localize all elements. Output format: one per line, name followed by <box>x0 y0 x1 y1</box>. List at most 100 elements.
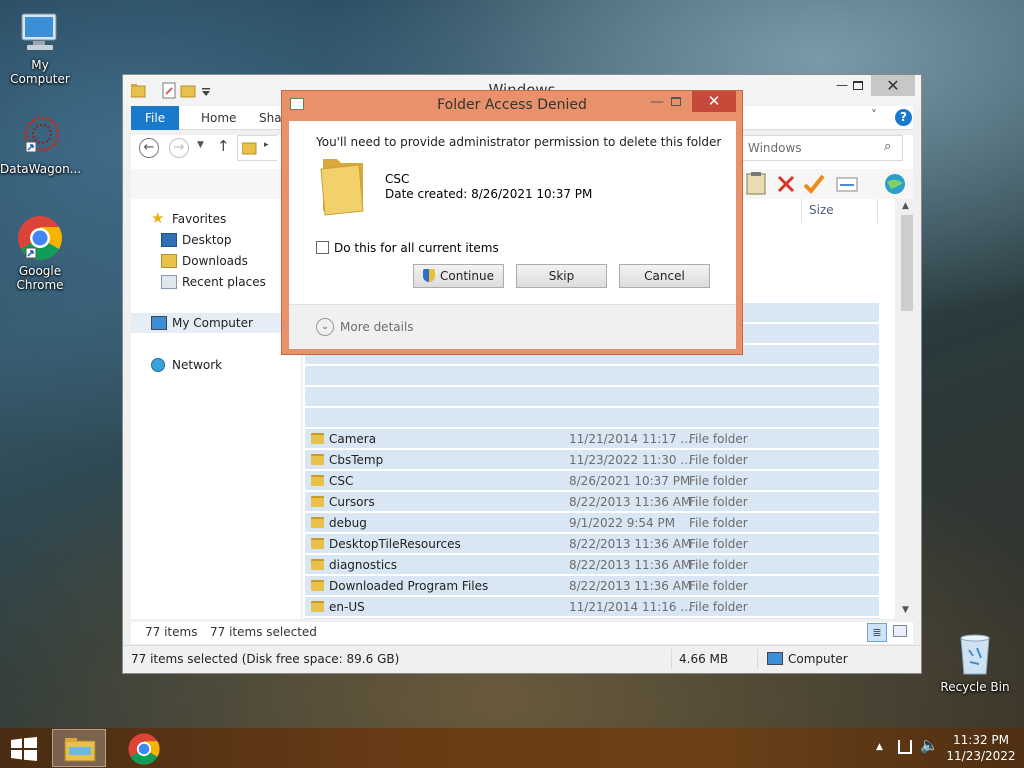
nav-downloads[interactable]: Downloads <box>161 251 248 271</box>
maximize-button[interactable] <box>845 75 871 96</box>
scroll-thumb[interactable] <box>901 215 913 311</box>
windows-logo-icon <box>11 737 37 761</box>
back-icon[interactable]: ← <box>139 138 159 158</box>
search-placeholder: Windows <box>748 141 802 155</box>
nav-network-label: Network <box>172 358 223 372</box>
file-row[interactable]: Downloaded Program Files 8/22/2013 11:36 … <box>305 576 879 596</box>
continue-button[interactable]: Continue <box>413 264 504 288</box>
folder-name: CSC <box>385 172 410 186</box>
file-name: Cursors <box>329 495 375 509</box>
dialog-title-bar[interactable]: Folder Access Denied — ✕ <box>282 91 742 119</box>
taskbar-file-explorer[interactable] <box>52 729 106 767</box>
folder-icon <box>311 601 324 612</box>
selected-count: 77 items selected <box>210 625 317 639</box>
nav-network[interactable]: Network <box>151 355 222 375</box>
taskbar-chrome[interactable] <box>118 729 170 767</box>
file-row[interactable]: Camera 11/21/2014 11:17 ... File folder <box>305 429 879 449</box>
chevron-down-icon[interactable]: ⌄ <box>316 318 334 336</box>
desktop-icon-recycle-bin[interactable]: Recycle Bin <box>935 630 1015 694</box>
file-row[interactable] <box>305 408 879 428</box>
dialog-maximize-button[interactable] <box>671 97 681 106</box>
tab-home[interactable]: Home <box>187 106 250 130</box>
file-type: File folder <box>689 516 748 530</box>
scroll-up-icon[interactable]: ▲ <box>902 201 909 211</box>
dialog-close-button[interactable]: ✕ <box>692 91 736 112</box>
network-tray-icon[interactable] <box>898 740 912 754</box>
item-count: 77 items <box>145 625 198 639</box>
desktop-icon <box>161 233 177 247</box>
show-hidden-icons[interactable]: ▲ <box>876 742 883 752</box>
apply-all-checkbox[interactable] <box>316 241 329 254</box>
nav-recent-places[interactable]: Recent places <box>161 272 266 292</box>
desktop-icon-label: Google Chrome <box>16 264 64 292</box>
close-button[interactable]: ✕ <box>871 75 915 96</box>
file-name: en-US <box>329 600 365 614</box>
clock[interactable]: 11:32 PM 11/23/2022 <box>944 732 1018 764</box>
start-button[interactable] <box>10 737 38 761</box>
dialog-title: Folder Access Denied <box>437 97 587 113</box>
file-date: 8/22/2013 11:36 AM <box>569 558 692 572</box>
file-type: File folder <box>689 537 748 551</box>
file-type: File folder <box>689 474 748 488</box>
skip-button[interactable]: Skip <box>516 264 607 288</box>
file-type: File folder <box>689 579 748 593</box>
chrome-icon <box>16 214 64 262</box>
file-row[interactable]: FileManager 11/21/2014 11:17 ...File fold… <box>305 618 879 619</box>
file-row[interactable]: CSC 8/26/2021 10:37 PM File folder <box>305 471 879 491</box>
more-details-link[interactable]: More details <box>340 320 414 334</box>
file-type: File folder <box>689 453 748 467</box>
folder-icon <box>311 517 324 528</box>
search-input[interactable]: Windows ⌕ <box>739 135 903 161</box>
file-row[interactable]: CbsTemp 11/23/2022 11:30 ... File folder <box>305 450 879 470</box>
folder-icon <box>311 580 324 591</box>
file-row[interactable] <box>305 366 879 386</box>
file-type: File folder <box>689 600 748 614</box>
dialog-message: You'll need to provide administrator per… <box>316 135 722 149</box>
nav-desktop-label: Desktop <box>182 233 232 247</box>
file-row[interactable]: DesktopTileResources 8/22/2013 11:36 AM Fi… <box>305 534 879 554</box>
desktop-icon-datawagon[interactable]: DataWagon... <box>0 112 81 176</box>
file-date: 8/22/2013 11:36 AM <box>569 537 692 551</box>
file-name: FileManager <box>329 618 402 619</box>
dialog-minimize-button[interactable]: — <box>644 91 670 113</box>
vertical-scrollbar[interactable]: ▲ ▼ <box>899 199 915 619</box>
organize-icons <box>746 172 905 195</box>
scroll-down-icon[interactable]: ▼ <box>902 605 909 615</box>
dialog-body: You'll need to provide administrator per… <box>289 121 736 349</box>
volume-icon[interactable]: 🔈 <box>920 736 939 754</box>
clock-date: 11/23/2022 <box>946 749 1016 763</box>
large-icons-view-icon[interactable] <box>893 625 907 637</box>
nav-downloads-label: Downloads <box>182 254 248 268</box>
nav-favorites[interactable]: ★ Favorites <box>151 209 226 229</box>
file-row[interactable]: en-US 11/21/2014 11:16 ... File folder <box>305 597 879 617</box>
file-row[interactable] <box>305 387 879 407</box>
clock-time: 11:32 PM <box>953 733 1009 747</box>
file-operation-icon <box>290 98 304 110</box>
details-view-icon[interactable]: ≣ <box>867 623 887 642</box>
desktop-icon-my-computer[interactable]: My Computer <box>0 8 80 86</box>
nav-desktop[interactable]: Desktop <box>161 230 232 250</box>
column-header-size[interactable]: Size <box>809 203 834 217</box>
chrome-icon <box>128 733 160 765</box>
nav-recent-label: Recent places <box>182 275 266 289</box>
help-icon[interactable]: ? <box>895 109 912 126</box>
file-row[interactable]: Cursors 8/22/2013 11:36 AM File folder <box>305 492 879 512</box>
folder-icon <box>311 433 324 444</box>
file-row[interactable]: debug 9/1/2022 9:54 PM File folder <box>305 513 879 533</box>
desktop-icon-chrome[interactable]: Google Chrome <box>0 214 80 292</box>
chevron-down-icon[interactable]: ˅ <box>871 108 877 122</box>
file-date: 11/21/2014 11:17 ... <box>569 432 692 446</box>
apply-all-label[interactable]: Do this for all current items <box>334 241 499 255</box>
forward-icon[interactable]: → <box>169 138 189 158</box>
cancel-button[interactable]: Cancel <box>619 264 710 288</box>
nav-my-computer[interactable]: My Computer <box>131 313 299 333</box>
tab-file[interactable]: File <box>131 106 180 130</box>
up-icon[interactable]: ↑ <box>217 137 230 155</box>
recent-locations-icon[interactable]: ▼ <box>197 140 204 150</box>
file-type: File folder <box>689 495 748 509</box>
file-name: CbsTemp <box>329 453 384 467</box>
star-icon: ★ <box>151 209 165 227</box>
search-icon: ⌕ <box>884 139 892 154</box>
address-bar[interactable]: ▸ <box>237 135 277 161</box>
file-row[interactable]: diagnostics 8/22/2013 11:36 AM File folder <box>305 555 879 575</box>
